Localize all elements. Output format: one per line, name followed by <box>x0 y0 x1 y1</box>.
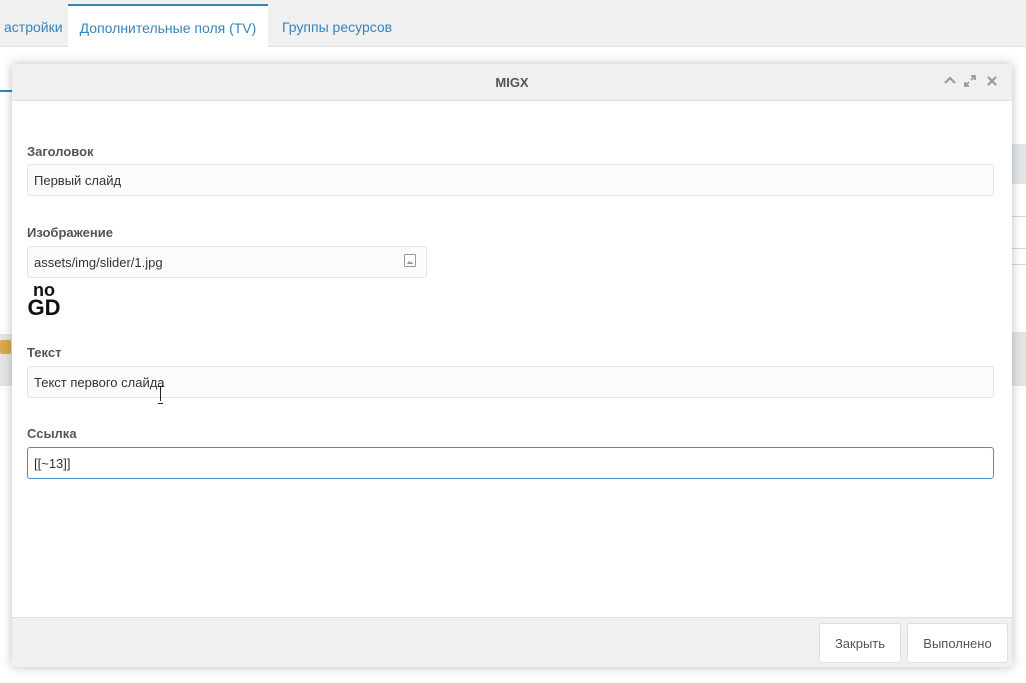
image-preview: no GD <box>26 281 62 320</box>
background-divider <box>1012 248 1026 249</box>
chevron-up-icon[interactable] <box>942 74 958 90</box>
text-cursor-icon <box>158 386 164 404</box>
title-label: Заголовок <box>27 144 94 159</box>
link-input[interactable] <box>27 447 994 479</box>
close-button[interactable]: Закрыть <box>819 623 901 663</box>
modal-header[interactable]: MIGX <box>12 64 1012 101</box>
close-icon[interactable] <box>984 74 1000 90</box>
paste-icon <box>0 340 11 354</box>
title-input[interactable] <box>27 164 994 196</box>
tab-resource-groups[interactable]: Группы ресурсов <box>270 4 404 48</box>
resource-tabs: астройки Дополнительные поля (TV) Группы… <box>0 0 1026 48</box>
image-path-input[interactable] <box>27 246 427 278</box>
background-accent-line <box>0 90 12 92</box>
background-divider <box>1012 216 1026 217</box>
expand-icon[interactable] <box>962 74 978 90</box>
done-button[interactable]: Выполнено <box>907 623 1008 663</box>
modal-footer: Закрыть Выполнено <box>12 617 1012 667</box>
link-label: Ссылка <box>27 426 77 441</box>
text-label: Текст <box>27 345 62 360</box>
tab-template-variables[interactable]: Дополнительные поля (TV) <box>68 4 268 48</box>
image-preview-big: GD <box>27 295 61 320</box>
image-file-icon[interactable] <box>404 254 416 267</box>
text-input[interactable] <box>27 366 994 398</box>
modal-title: MIGX <box>495 75 529 90</box>
tab-settings[interactable]: астройки <box>0 4 75 48</box>
migx-modal: MIGX Заголовок Изображение no GD Текст С… <box>12 64 1012 667</box>
image-label: Изображение <box>27 225 113 240</box>
background-divider <box>1012 264 1026 265</box>
